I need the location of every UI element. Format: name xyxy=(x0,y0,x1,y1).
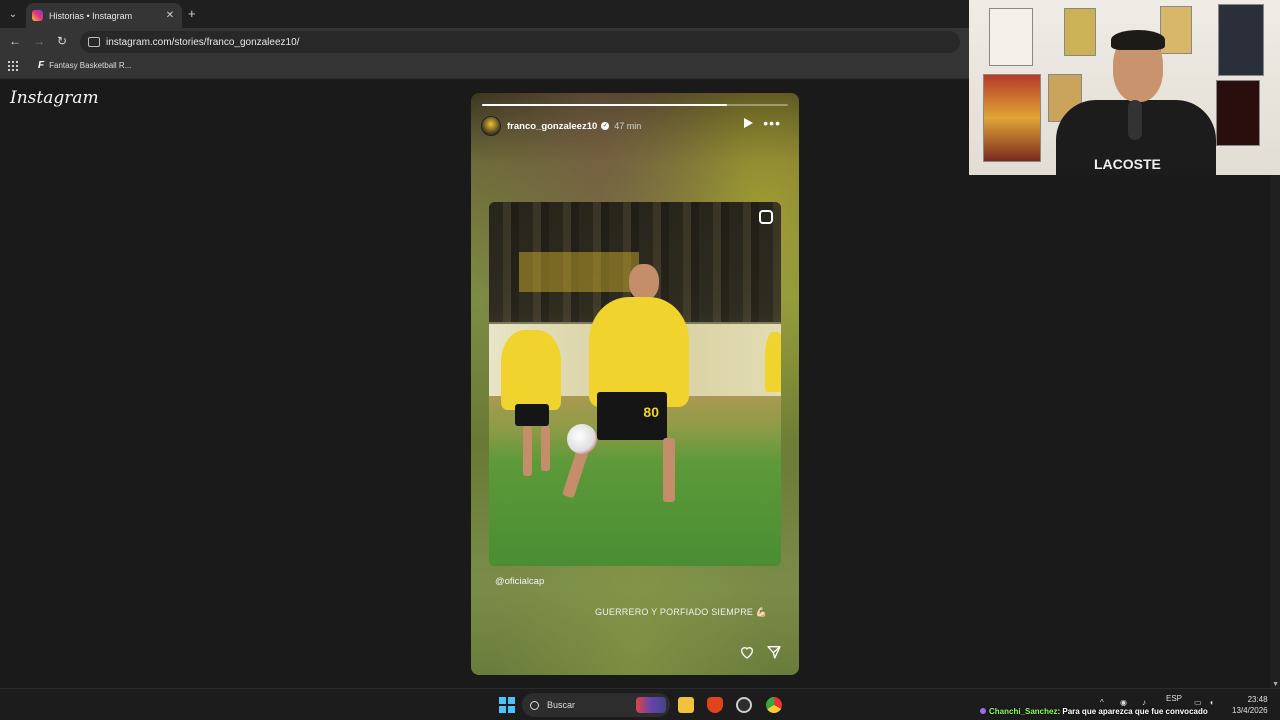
instagram-favicon-icon xyxy=(32,10,43,21)
story-caption: GUERRERO Y PORFIADO SIEMPRE 💪🏻 xyxy=(595,607,768,617)
photo-player-shorts: 80 xyxy=(597,392,667,440)
photo-stand xyxy=(519,252,639,292)
chrome-icon[interactable] xyxy=(766,697,782,713)
like-heart-icon[interactable] xyxy=(739,644,755,660)
clock-date: 13/4/2026 xyxy=(1232,706,1268,715)
poster-2 xyxy=(1064,8,1096,56)
verified-badge-icon: ✓ xyxy=(601,122,610,130)
apps-grid-icon[interactable] xyxy=(8,61,18,71)
photo-player-right-edge xyxy=(765,332,781,392)
back-button[interactable]: ← xyxy=(9,34,21,48)
story-viewer[interactable]: franco_gonzaleez10 ✓ 47 min ••• 80 @ofic… xyxy=(471,93,799,675)
more-options-icon[interactable]: ••• xyxy=(763,116,781,130)
tray-chevron-icon[interactable]: ^ xyxy=(1100,698,1104,707)
language-indicator[interactable]: ESP xyxy=(1166,694,1182,703)
tab-title: Historias • Instagram xyxy=(49,10,133,21)
poster-7 xyxy=(1216,80,1260,146)
story-progress-fill xyxy=(482,104,727,106)
fantasy-logo-icon: F xyxy=(38,60,45,71)
repost-icon[interactable] xyxy=(759,210,773,224)
photo-player-leg xyxy=(663,438,675,502)
tab-search-chevron-icon[interactable]: ⌄ xyxy=(4,5,22,23)
shirt-logo-text: LACOSTE xyxy=(1094,156,1161,172)
poster-1 xyxy=(989,8,1033,66)
tray-volume-icon[interactable]: ◖ xyxy=(1209,698,1214,707)
taskbar-clock[interactable]: 23:48 13/4/2026 xyxy=(1232,694,1268,716)
story-progress-bar xyxy=(482,104,788,106)
jersey-number: 80 xyxy=(643,404,659,420)
file-explorer-icon[interactable] xyxy=(678,697,694,713)
streamer-hair xyxy=(1111,30,1165,50)
instagram-logo[interactable]: Instagram xyxy=(10,88,99,108)
photo-player-background-leg xyxy=(523,426,532,476)
avatar[interactable] xyxy=(481,116,501,136)
tray-network-icon[interactable]: ◉ xyxy=(1120,698,1127,707)
photo-player-background-leg xyxy=(541,426,550,471)
chat-text: : Para que aparezca que fue convocado xyxy=(1057,707,1208,716)
scroll-down-arrow-icon[interactable]: ▼ xyxy=(1272,681,1279,688)
stream-chat-message: Chanchi_Sanchez: Para que aparezca que f… xyxy=(980,707,1208,716)
forward-button[interactable]: → xyxy=(33,34,45,48)
windows-start-icon[interactable] xyxy=(499,697,515,713)
photo-player-background xyxy=(501,330,561,410)
address-bar[interactable]: instagram.com/stories/franco_gonzaleez10… xyxy=(80,31,960,53)
new-tab-button[interactable]: + xyxy=(188,6,196,21)
obs-icon[interactable] xyxy=(736,697,752,713)
poster-3 xyxy=(1160,6,1192,54)
tray-display-icon[interactable]: ▭ xyxy=(1194,698,1202,707)
photo-player-head xyxy=(629,264,659,300)
chat-badge-icon xyxy=(980,708,986,714)
story-mention[interactable]: @oficialcap xyxy=(495,576,544,587)
photo-player-background-shorts xyxy=(515,404,549,426)
url-text[interactable]: instagram.com/stories/franco_gonzaleez10… xyxy=(106,37,299,48)
story-header: franco_gonzaleez10 ✓ 47 min ••• xyxy=(481,115,787,137)
site-info-icon[interactable] xyxy=(88,37,100,47)
taskbar-search[interactable]: Buscar xyxy=(522,693,670,717)
poster-5 xyxy=(983,74,1041,162)
chat-username: Chanchi_Sanchez xyxy=(989,707,1058,716)
story-photo: 80 xyxy=(489,202,781,566)
story-time: 47 min xyxy=(614,121,642,131)
search-highlight-image xyxy=(636,697,666,713)
tab-close-icon[interactable]: ✕ xyxy=(164,10,176,21)
clock-time: 23:48 xyxy=(1247,695,1268,704)
photo-ball xyxy=(567,424,597,454)
send-icon[interactable] xyxy=(766,644,782,660)
brave-browser-icon[interactable] xyxy=(707,697,723,713)
microphone xyxy=(1128,100,1142,140)
reload-button[interactable]: ↻ xyxy=(57,34,67,48)
search-icon xyxy=(530,700,539,710)
poster-4 xyxy=(1218,4,1264,76)
tab-instagram-stories[interactable]: Historias • Instagram ✕ xyxy=(26,3,182,28)
bookmark-label: Fantasy Basketball R... xyxy=(49,61,132,70)
search-placeholder: Buscar xyxy=(547,700,576,710)
tray-mic-icon[interactable]: ♪ xyxy=(1142,698,1146,707)
bookmark-fantasy-basketball[interactable]: F Fantasy Basketball R... xyxy=(38,60,131,71)
story-username[interactable]: franco_gonzaleez10 xyxy=(507,121,597,132)
photo-player-main xyxy=(589,297,689,407)
play-icon[interactable] xyxy=(744,118,753,128)
